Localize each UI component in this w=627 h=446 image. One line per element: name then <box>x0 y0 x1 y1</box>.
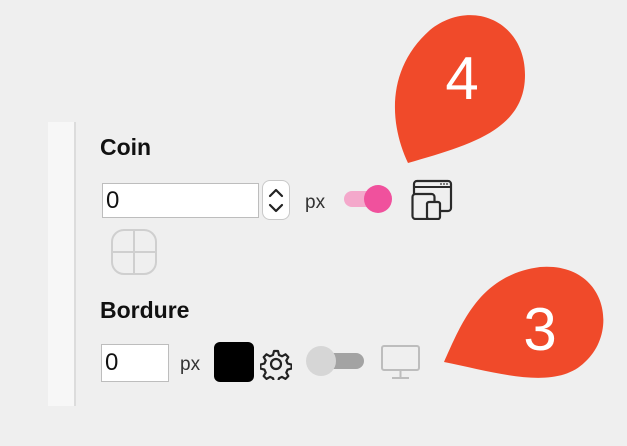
corner-radius-input[interactable] <box>102 183 259 218</box>
corner-unit-label: px <box>305 192 326 213</box>
gear-icon[interactable] <box>259 348 293 385</box>
callout-markers-layer <box>394 15 604 378</box>
border-unit-label: px <box>180 354 201 375</box>
panel-edge <box>48 122 76 406</box>
section-title-coin: Coin <box>100 134 152 160</box>
border-color-swatch[interactable] <box>214 342 254 382</box>
corner-stepper[interactable] <box>262 180 290 220</box>
callout-marker-3-label: 3 <box>523 296 557 363</box>
corner-responsive-toggle[interactable] <box>342 184 394 214</box>
toggle-thumb <box>306 346 336 376</box>
chevron-down-icon <box>268 203 284 213</box>
responsive-devices-icon[interactable] <box>411 178 455 225</box>
section-title-bordure: Bordure <box>100 297 190 323</box>
toggle-thumb <box>364 185 392 213</box>
chevron-up-icon <box>268 188 284 198</box>
border-responsive-toggle[interactable] <box>304 345 366 377</box>
border-width-input[interactable] <box>101 344 169 382</box>
desktop-icon[interactable] <box>379 343 423 388</box>
corner-split-icon[interactable] <box>110 228 158 281</box>
callout-marker-4-label: 4 <box>445 45 479 112</box>
